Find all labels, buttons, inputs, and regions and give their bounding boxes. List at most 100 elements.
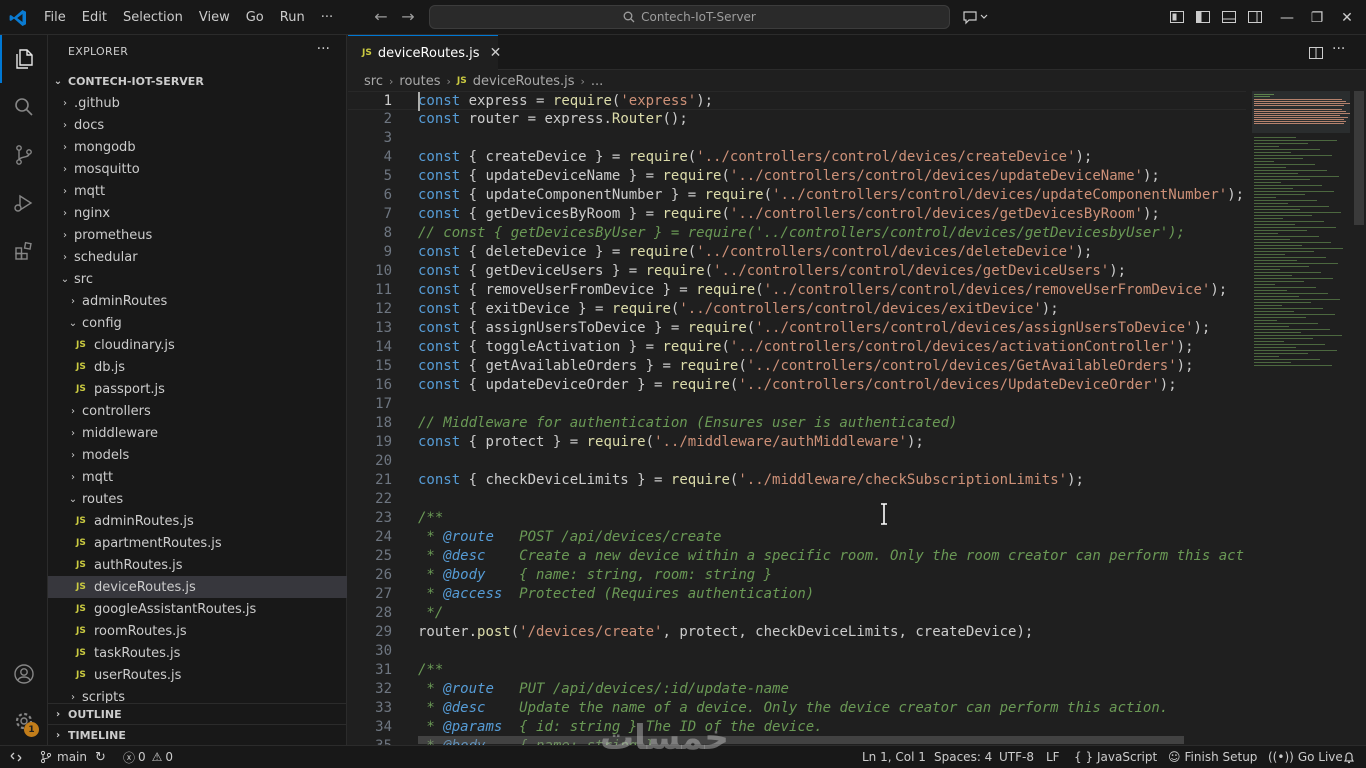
indentation-status[interactable]: Spaces: 4 — [934, 746, 992, 768]
folder-item[interactable]: › mongodb — [48, 136, 347, 158]
close-tab-icon[interactable]: ✕ — [490, 45, 502, 61]
file-item[interactable]: JS passport.js — [48, 378, 347, 400]
menu-run[interactable]: Run — [272, 0, 313, 35]
forward-arrow-icon[interactable]: → — [399, 8, 417, 26]
toggle-panel-icon[interactable] — [1221, 9, 1237, 25]
code-token: (); — [662, 111, 688, 127]
encoding-status[interactable]: UTF-8 — [999, 746, 1034, 768]
folder-item[interactable]: › mqtt — [48, 466, 347, 488]
menu-go[interactable]: Go — [238, 0, 272, 35]
title-bar: File Edit Selection View Go Run ··· ← → Contec… — [0, 0, 1366, 35]
command-center-search[interactable]: Contech-IoT-Server — [429, 5, 950, 29]
folder-item[interactable]: ⌄ src — [48, 268, 347, 290]
breadcrumb-routes[interactable]: routes — [399, 74, 440, 89]
notifications-bell-icon[interactable] — [1343, 746, 1355, 768]
code-token: post — [477, 624, 511, 640]
breadcrumb-symbols[interactable]: ... — [591, 74, 603, 89]
remote-indicator-icon[interactable] — [10, 746, 22, 768]
folder-item[interactable]: › schedular — [48, 246, 347, 268]
sync-icon[interactable]: ↻ — [95, 750, 106, 765]
file-item[interactable]: JS db.js — [48, 356, 347, 378]
file-item[interactable]: JS roomRoutes.js — [48, 620, 347, 642]
folder-item[interactable]: › mqtt — [48, 180, 347, 202]
explorer-more-actions-icon[interactable]: ··· — [317, 41, 330, 57]
file-item[interactable]: JS taskRoutes.js — [48, 642, 347, 664]
file-item[interactable]: JS deviceRoutes.js — [48, 576, 347, 598]
customize-layout-icon[interactable] — [1169, 9, 1185, 25]
code-token: require — [611, 301, 671, 317]
menu-view[interactable]: View — [191, 0, 238, 35]
manage-gear-icon[interactable]: 1 — [0, 697, 48, 745]
workspace-root-header[interactable]: ⌄ CONTECH-IOT-SERVER — [48, 70, 347, 92]
branch-status[interactable]: main ↻ — [40, 746, 106, 768]
code-line: 24 * @route POST /api/devices/create — [348, 528, 1246, 547]
copilot-chat-icon[interactable] — [962, 9, 988, 25]
extensions-icon[interactable] — [0, 227, 48, 275]
code-text: * @route PUT /api/devices/:id/update-nam… — [418, 680, 788, 699]
folder-item[interactable]: › middleware — [48, 422, 347, 444]
code-text: const { updateDeviceOrder } = require('.… — [418, 376, 1177, 395]
toggle-primary-sidebar-icon[interactable] — [1195, 9, 1211, 25]
copilot-icon: ☺ — [1168, 750, 1181, 764]
chevron-right-icon: › — [63, 119, 67, 131]
toggle-secondary-sidebar-icon[interactable] — [1247, 9, 1263, 25]
editor-more-actions-icon[interactable]: ··· — [1332, 41, 1348, 57]
folder-item[interactable]: › adminRoutes — [48, 290, 347, 312]
code-token: ); — [1227, 187, 1245, 203]
folder-item[interactable]: › mosquitto — [48, 158, 347, 180]
breadcrumb-file[interactable]: deviceRoutes.js — [473, 74, 575, 89]
problems-status[interactable]: ⓧ 0 ⚠ 0 — [123, 746, 173, 768]
code-token: require — [670, 377, 730, 393]
go-live-button[interactable]: ((•)) Go Live — [1268, 746, 1343, 768]
folder-item[interactable]: › models — [48, 444, 347, 466]
file-item[interactable]: JS cloudinary.js — [48, 334, 347, 356]
menu-bar: File Edit Selection View Go Run ··· — [36, 0, 341, 35]
back-arrow-icon[interactable]: ← — [372, 8, 390, 26]
folder-item[interactable]: › docs — [48, 114, 347, 136]
horizontal-scrollbar[interactable] — [418, 736, 1184, 744]
split-editor-icon[interactable] — [1308, 45, 1324, 61]
folder-item[interactable]: › nginx — [48, 202, 347, 224]
file-item[interactable]: JS userRoutes.js — [48, 664, 347, 686]
minimap[interactable] — [1252, 91, 1350, 371]
outline-section-header[interactable]: › OUTLINE — [48, 703, 347, 725]
file-item[interactable]: JS authRoutes.js — [48, 554, 347, 576]
folder-item[interactable]: › prometheus — [48, 224, 347, 246]
close-window-icon[interactable]: ✕ — [1328, 0, 1366, 35]
line-number: 19 — [375, 434, 392, 450]
code-editor[interactable]: 1 const express = require('express'); 2 con… — [348, 91, 1246, 745]
menu-selection[interactable]: Selection — [115, 0, 191, 35]
code-token: '../controllers/control/devices/GetAvail… — [746, 358, 1177, 374]
vertical-scrollbar[interactable] — [1352, 91, 1366, 745]
folder-item[interactable]: ⌄ config — [48, 312, 347, 334]
file-item[interactable]: JS googleAssistantRoutes.js — [48, 598, 347, 620]
file-item[interactable]: JS adminRoutes.js — [48, 510, 347, 532]
code-token: const — [418, 206, 461, 222]
menu-file[interactable]: File — [36, 0, 74, 35]
run-debug-icon[interactable] — [0, 179, 48, 227]
tree-item-label: apartmentRoutes.js — [94, 535, 222, 551]
timeline-section-header[interactable]: › TIMELINE — [48, 724, 347, 746]
folder-item[interactable]: › controllers — [48, 400, 347, 422]
chevron-right-icon: › — [71, 471, 75, 483]
search-view-icon[interactable] — [0, 83, 48, 131]
breadcrumb-src[interactable]: src — [364, 74, 383, 89]
accounts-icon[interactable] — [0, 650, 48, 698]
scrollbar-thumb[interactable] — [1354, 91, 1364, 225]
menu-edit[interactable]: Edit — [74, 0, 115, 35]
eol-status[interactable]: LF — [1046, 746, 1060, 768]
source-control-icon[interactable] — [0, 131, 48, 179]
braces-icon[interactable]: { } — [1074, 746, 1093, 768]
code-token: ); — [1193, 320, 1211, 336]
tab-deviceroutes[interactable]: JS deviceRoutes.js ✕ — [348, 35, 501, 70]
menu-overflow-icon[interactable]: ··· — [313, 0, 341, 35]
language-mode[interactable]: JavaScript — [1097, 746, 1157, 768]
folder-item[interactable]: ⌄ routes — [48, 488, 347, 510]
file-item[interactable]: JS apartmentRoutes.js — [48, 532, 347, 554]
finish-setup-button[interactable]: ☺ Finish Setup — [1168, 746, 1257, 768]
cursor-position[interactable]: Ln 1, Col 1 — [862, 746, 926, 768]
explorer-icon[interactable] — [0, 35, 48, 83]
vscode-logo-icon[interactable] — [8, 8, 28, 28]
code-line: 18 // Middleware for authentication (Ensu… — [348, 414, 1246, 433]
folder-item[interactable]: › .github — [48, 92, 347, 114]
